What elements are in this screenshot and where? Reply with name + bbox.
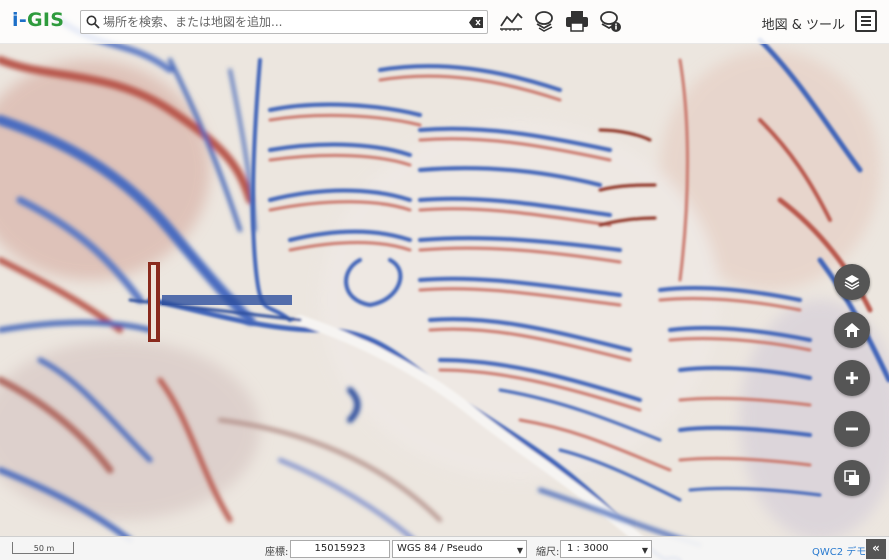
layer-info-icon[interactable]	[532, 8, 558, 34]
clear-input-icon[interactable]	[469, 17, 483, 28]
coordinate-label: 座標:	[265, 547, 289, 558]
search-input[interactable]	[103, 12, 463, 32]
basemap-button[interactable]	[834, 460, 870, 496]
zoom-in-icon	[846, 372, 858, 384]
search-box[interactable]	[80, 10, 488, 34]
scale-value: 1 : 3000	[567, 543, 609, 554]
chevron-down-icon: ▼	[516, 546, 523, 555]
map-tools-button[interactable]: 地図 & ツール	[762, 14, 845, 33]
map-canvas[interactable]	[0, 0, 889, 560]
basemap-icon	[844, 470, 859, 485]
coordinate-display: 15015923 4181941	[290, 540, 390, 560]
status-bar: 50 m 座標: 15015923 4181941 WGS 84 / Pseud…	[0, 536, 889, 560]
home-button[interactable]	[834, 312, 870, 348]
scale-bar-label: 50 m	[33, 544, 55, 553]
collapse-button[interactable]: «	[866, 539, 886, 559]
top-toolbar: i-GIS 地図 & ツール	[0, 0, 889, 44]
logo-i: i-	[12, 9, 27, 31]
crs-select[interactable]: WGS 84 / Pseudo Mercator ▼	[392, 540, 527, 560]
print-icon[interactable]	[564, 8, 590, 34]
terrain-hillshade	[0, 0, 889, 560]
home-icon	[844, 323, 860, 337]
crs-value: WGS 84 / Pseudo Mercator	[397, 543, 483, 560]
menu-button[interactable]	[855, 10, 877, 32]
layers-button[interactable]	[834, 264, 870, 300]
app-logo: i-GIS	[12, 9, 64, 31]
zoom-out-icon	[846, 427, 858, 431]
measure-profile-icon[interactable]	[498, 8, 524, 34]
scale-select[interactable]: 1 : 3000 ▼	[560, 540, 652, 558]
info-query-icon[interactable]	[598, 8, 624, 34]
demo-link[interactable]: QWC2 デモ	[812, 543, 866, 558]
zoom-out-button[interactable]	[834, 411, 870, 447]
logo-gis: GIS	[27, 9, 65, 31]
zoom-in-button[interactable]	[834, 360, 870, 396]
chevron-down-icon: ▼	[641, 546, 648, 555]
scale-label: 縮尺:	[536, 547, 560, 558]
scale-bar: 50 m	[12, 542, 74, 554]
search-icon	[86, 15, 100, 29]
layers-icon	[844, 275, 860, 290]
